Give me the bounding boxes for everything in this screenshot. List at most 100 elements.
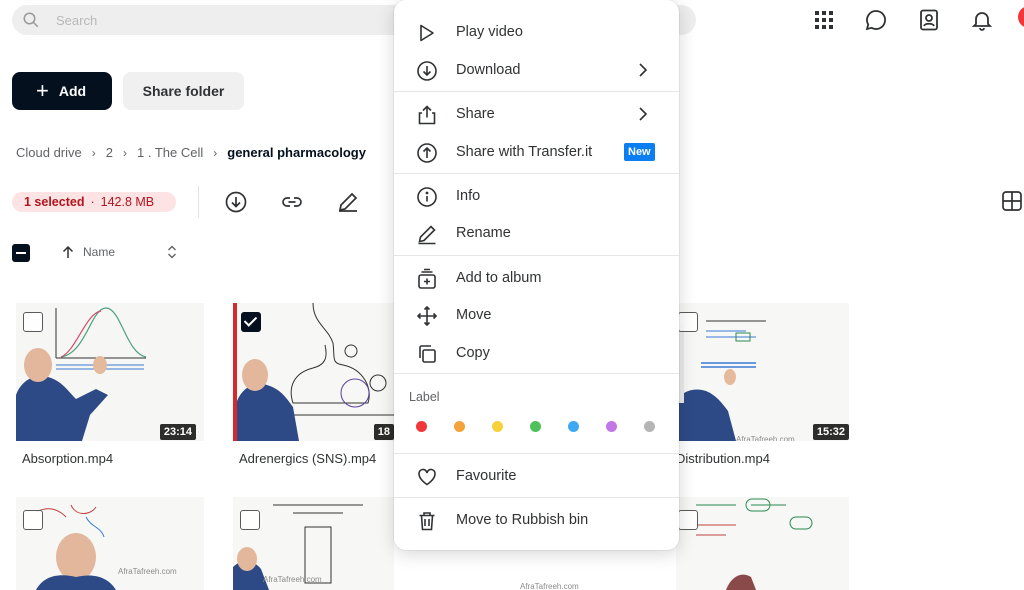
file-checkbox[interactable] [240, 510, 260, 530]
label-color-yellow[interactable] [492, 421, 503, 432]
menu-divider [394, 173, 679, 174]
menu-label: Add to album [456, 270, 542, 286]
menu-label: Play video [456, 24, 523, 40]
menu-item-move-to-rubbish-bin[interactable]: Move to Rubbish bin [394, 502, 679, 538]
menu-item-rename[interactable]: Rename [394, 215, 679, 251]
avatar[interactable] [1018, 6, 1024, 28]
label-section-title: Label [409, 390, 440, 404]
new-badge: New [624, 143, 655, 161]
selection-size: 142.8 MB [100, 195, 155, 209]
add-button[interactable]: + Add [12, 72, 112, 110]
breadcrumb: Cloud drive › 2 › 1 . The Cell › general… [16, 145, 366, 160]
link-toolbar-button[interactable] [280, 190, 304, 214]
watermark: AfraTafreeh.com [736, 435, 795, 441]
menu-item-play-video[interactable]: Play video [394, 14, 679, 50]
toolbar-divider [198, 186, 199, 218]
menu-label: Download [456, 62, 521, 78]
menu-label: Favourite [456, 468, 517, 484]
download-icon [225, 191, 247, 213]
grid-view-icon [1002, 191, 1022, 211]
menu-item-info[interactable]: Info [394, 178, 679, 214]
menu-item-copy[interactable]: Copy [394, 335, 679, 371]
file-card[interactable]: AfraTafreeh.com [16, 497, 204, 590]
sort-name-label[interactable]: Name [83, 245, 115, 259]
menu-divider [394, 497, 679, 498]
selection-count: 1 selected [24, 195, 85, 209]
label-color-grey[interactable] [644, 421, 655, 432]
rename-toolbar-button[interactable] [336, 190, 360, 214]
breadcrumb-item-the-cell[interactable]: 1 . The Cell [137, 145, 203, 160]
download-icon [416, 60, 438, 82]
selection-separator: · [90, 195, 95, 209]
menu-item-add-to-album[interactable]: Add to album [394, 260, 679, 296]
file-checkbox[interactable] [23, 510, 43, 530]
watermark: AfraTafreeh.com [263, 575, 322, 584]
watermark: AfraTafreeh.com [118, 567, 177, 576]
add-button-label: Add [58, 83, 87, 99]
file-checkbox[interactable] [23, 312, 43, 332]
menu-label: Rename [456, 225, 511, 241]
file-name[interactable]: Distribution.mp4 [676, 451, 770, 466]
watermark: AfraTafreeh.com [520, 582, 579, 590]
file-checkbox[interactable] [678, 312, 698, 332]
album-add-icon [416, 268, 438, 290]
heart-icon [416, 466, 438, 488]
menu-item-download[interactable]: Download [394, 52, 679, 88]
chevron-right-icon: › [91, 145, 96, 160]
menu-item-favourite[interactable]: Favourite [394, 458, 679, 494]
label-color-blue[interactable] [568, 421, 579, 432]
breadcrumb-item-cloud-drive[interactable]: Cloud drive [16, 145, 82, 160]
trash-icon [416, 510, 438, 532]
menu-divider [394, 453, 679, 454]
contacts-icon[interactable] [917, 8, 941, 32]
pencil-icon [416, 223, 438, 245]
label-color-green[interactable] [530, 421, 541, 432]
context-menu: Play video Download Share Share with Tra… [394, 0, 679, 550]
select-all-checkbox[interactable] [12, 244, 30, 262]
chevron-right-icon: › [123, 145, 127, 160]
arrow-up-icon[interactable] [60, 244, 76, 260]
file-checkbox[interactable] [241, 312, 261, 332]
file-name[interactable]: Adrenergics (SNS).mp4 [239, 451, 376, 466]
video-thumbnail [16, 303, 204, 441]
menu-item-share[interactable]: Share [394, 96, 679, 132]
breadcrumb-current: general pharmacology [227, 145, 366, 160]
file-checkbox[interactable] [678, 510, 698, 530]
breadcrumb-item-2[interactable]: 2 [106, 145, 113, 160]
file-name[interactable]: Absorption.mp4 [22, 451, 113, 466]
search-input[interactable] [56, 5, 356, 35]
menu-label: Move to Rubbish bin [456, 512, 589, 528]
plus-icon: + [36, 78, 49, 103]
share-folder-label: Share folder [142, 83, 225, 99]
label-color-red[interactable] [416, 421, 427, 432]
bell-icon[interactable] [970, 8, 994, 32]
file-card[interactable] [676, 497, 849, 590]
download-toolbar-button[interactable] [224, 190, 248, 214]
transfer-icon [416, 142, 438, 164]
menu-divider [394, 91, 679, 92]
menu-label: Move [456, 307, 492, 323]
menu-item-move[interactable]: Move [394, 297, 679, 333]
file-card-absorption[interactable]: 23:14 [16, 303, 204, 441]
menu-label: Info [456, 188, 481, 204]
label-color-purple[interactable] [606, 421, 617, 432]
menu-label: Share with Transfer.it [456, 144, 593, 160]
menu-divider [394, 255, 679, 256]
grid-view-toggle[interactable] [1000, 189, 1024, 213]
duration-badge: 23:14 [159, 424, 196, 440]
apps-grid-icon[interactable] [812, 8, 836, 32]
share-icon [416, 104, 438, 126]
file-card-adrenergics[interactable]: 18 [233, 303, 394, 441]
file-card[interactable]: AfraTafreeh.com [233, 497, 394, 590]
file-card-distribution[interactable]: 15:32 AfraTafreeh.com [676, 303, 849, 441]
label-color-orange[interactable] [454, 421, 465, 432]
video-thumbnail [16, 497, 204, 590]
duration-badge: 18 [373, 424, 394, 440]
duration-badge: 15:32 [812, 424, 849, 440]
menu-item-share-transfer[interactable]: Share with Transfer.it New [394, 134, 679, 170]
share-folder-button[interactable]: Share folder [123, 72, 244, 110]
chat-icon[interactable] [864, 8, 888, 32]
info-icon [416, 186, 438, 208]
sort-toggle-icon[interactable] [163, 243, 181, 261]
pencil-icon [338, 192, 358, 212]
